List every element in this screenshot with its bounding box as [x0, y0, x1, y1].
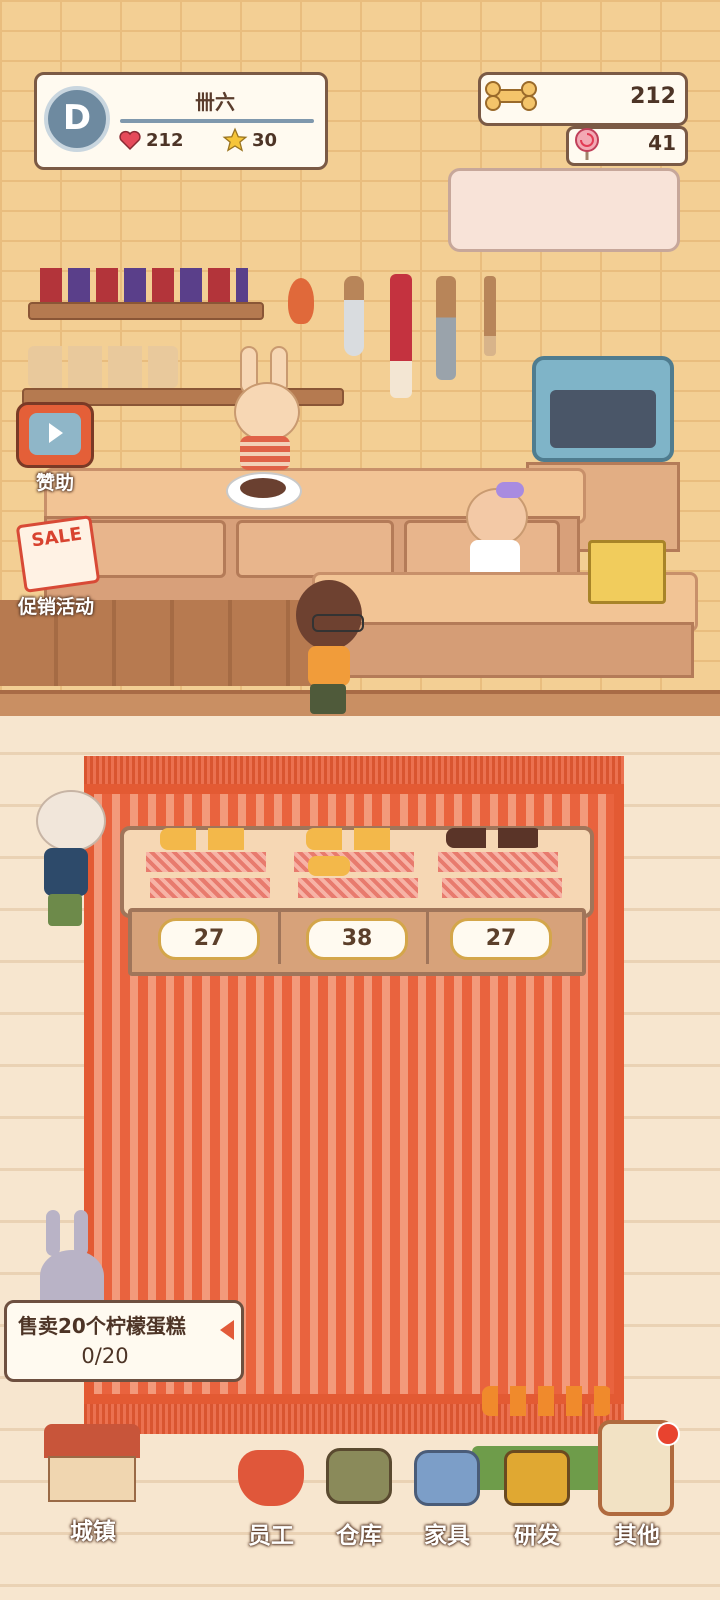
- upper-shelf: [28, 302, 264, 320]
- promotion-button[interactable]: 促销活动: [6, 592, 106, 619]
- air-conditioner: [448, 168, 680, 252]
- notification-dot: [656, 1422, 680, 1446]
- price-tag[interactable]: 27: [158, 918, 260, 960]
- rabbit-baker[interactable]: [232, 346, 300, 470]
- cake-tray: [442, 878, 562, 898]
- bear-customer[interactable]: [296, 580, 366, 718]
- front-counter: [316, 622, 694, 678]
- oven[interactable]: [532, 356, 674, 462]
- nav-research[interactable]: 研发: [492, 1516, 582, 1550]
- stars-value: 30: [252, 130, 278, 151]
- rabbit-peeking[interactable]: [40, 1210, 106, 1302]
- cake-tray: [298, 878, 418, 898]
- backpack-icon[interactable]: [326, 1448, 392, 1504]
- nav-town[interactable]: 城镇: [48, 1512, 138, 1546]
- quest-text: 售卖20个柠檬蛋糕: [18, 1314, 186, 1338]
- counter-panel: [86, 520, 226, 578]
- price-tag[interactable]: 27: [450, 918, 552, 960]
- lock-icon[interactable]: [504, 1450, 570, 1506]
- cake-server-icon: [436, 276, 456, 380]
- hearts-value: 212: [146, 130, 184, 151]
- counter-panel: [236, 520, 394, 578]
- nav-warehouse[interactable]: 仓库: [314, 1516, 404, 1550]
- apron-icon[interactable]: [238, 1450, 304, 1506]
- bones-value: 212: [630, 84, 676, 109]
- cookie-plate: [226, 472, 302, 510]
- paint-bucket-icon[interactable]: [414, 1450, 480, 1506]
- cash-register[interactable]: [588, 540, 666, 604]
- cake-tray: [146, 852, 266, 872]
- price-tag[interactable]: 38: [306, 918, 408, 960]
- nav-furniture[interactable]: 家具: [402, 1516, 492, 1550]
- chocolate-cookie-icon: [446, 828, 542, 848]
- tv-icon[interactable]: [16, 402, 94, 468]
- rug-fringe-top: [84, 756, 624, 786]
- lemon-cake-icon: [160, 828, 250, 850]
- cake-tray: [438, 852, 558, 872]
- spice-jars: [40, 268, 248, 302]
- arrow-left-icon[interactable]: [220, 1320, 234, 1340]
- level-badge[interactable]: D: [44, 86, 110, 152]
- candy-value: 41: [648, 131, 676, 155]
- spatula-icon: [390, 274, 412, 398]
- quest-progress: 0/20: [81, 1344, 129, 1368]
- sale-icon[interactable]: SALE: [15, 515, 101, 593]
- bone-icon: [484, 80, 538, 112]
- heart-icon: [118, 128, 142, 152]
- measuring-spoon-icon: [288, 278, 314, 324]
- nav-other[interactable]: 其他: [592, 1516, 682, 1550]
- nav-staff[interactable]: 员工: [226, 1516, 316, 1550]
- dog-cashier[interactable]: [460, 482, 532, 572]
- player-name: 卌六: [195, 90, 235, 114]
- flour-sacks: [28, 346, 178, 388]
- brush-icon: [484, 276, 496, 356]
- cake-tray: [150, 878, 270, 898]
- sale-sign-text: SALE: [30, 523, 84, 552]
- xp-bar: [120, 119, 314, 123]
- star-icon: [222, 127, 248, 153]
- lemon-cake-icon: [308, 856, 350, 876]
- sheep-customer[interactable]: [26, 790, 108, 930]
- whisk-icon: [344, 276, 364, 356]
- lollipop-icon: [572, 127, 602, 161]
- sponsor-button[interactable]: 赞助: [10, 468, 100, 495]
- town-icon[interactable]: [36, 1424, 148, 1504]
- lemon-cake-icon: [306, 828, 398, 850]
